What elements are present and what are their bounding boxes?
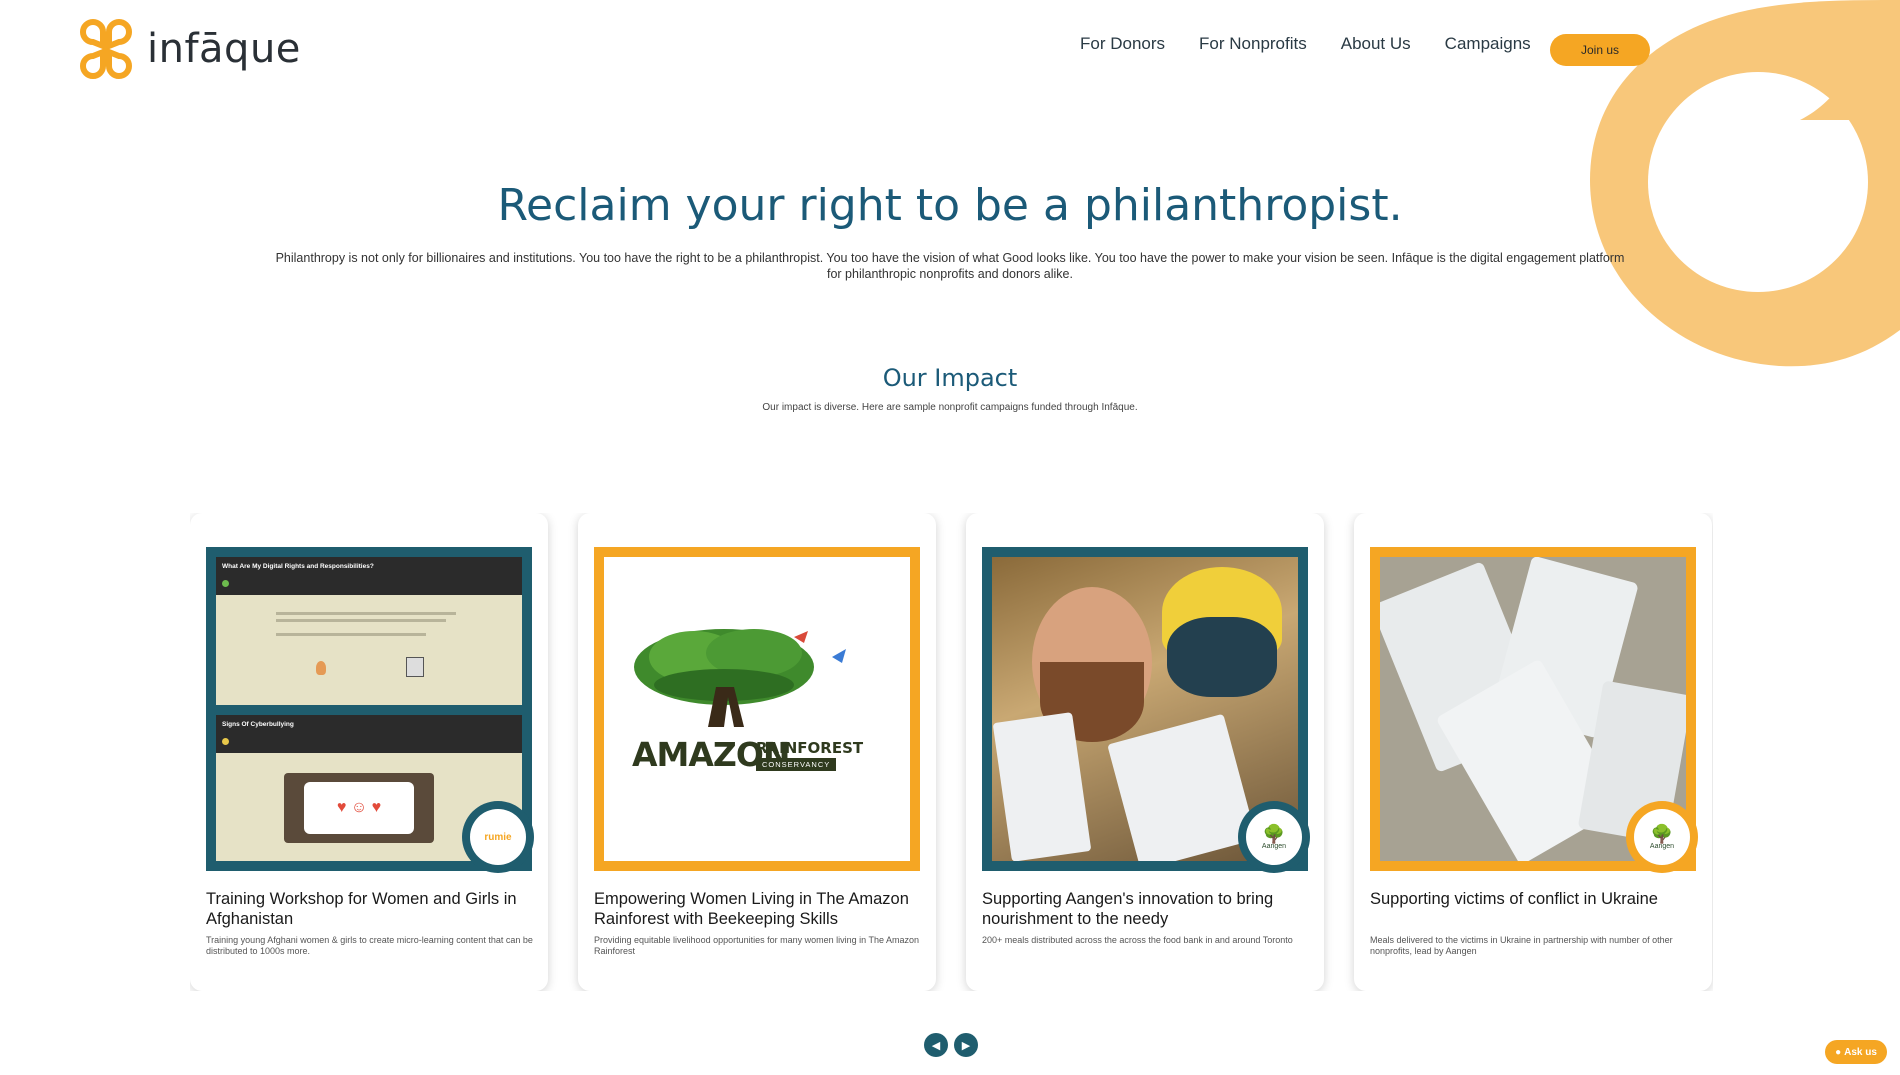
impact-subtitle: Our impact is diverse. Here are sample n… (762, 402, 1138, 413)
tree-icon: 🌳 (1650, 823, 1674, 844)
campaign-card-afghanistan[interactable]: What Are My Digital Rights and Responsib… (190, 513, 548, 991)
campaign-image: AMAZON RAINFOREST CONSERVANCY (604, 557, 910, 861)
carousel-controls: ◀ ▶ (924, 1033, 984, 1057)
screen-title-1: What Are My Digital Rights and Responsib… (222, 563, 374, 570)
campaign-description: Meals delivered to the victims in Ukrain… (1370, 935, 1673, 956)
campaign-image-frame: 🌳 Aangen (982, 547, 1310, 873)
rumie-logo-badge: rumie (462, 801, 534, 873)
nav-for-donors[interactable]: For Donors (1080, 34, 1165, 54)
campaign-description: Training young Afghani women & girls to … (206, 935, 533, 956)
nav-campaigns[interactable]: Campaigns (1445, 34, 1531, 54)
nav-for-nonprofits[interactable]: For Nonprofits (1199, 34, 1307, 54)
screen-title-2: Signs Of Cyberbullying (222, 721, 294, 728)
campaign-card-amazon[interactable]: AMAZON RAINFOREST CONSERVANCY Empowering… (578, 513, 936, 991)
campaign-card-aangen[interactable]: 🌳 Aangen Supporting Aangen's innovation … (966, 513, 1324, 991)
brand-logo[interactable]: infāque (75, 18, 301, 80)
aangen-logo-badge: 🌳 Aangen (1238, 801, 1310, 873)
join-us-button[interactable]: Join us (1550, 34, 1650, 66)
campaign-title: Empowering Women Living in The Amazon Ra… (594, 890, 909, 928)
main-nav: For Donors For Nonprofits About Us Campa… (1080, 34, 1565, 54)
ask-us-label: Ask us (1844, 1046, 1877, 1058)
impact-title: Our Impact (882, 364, 1018, 392)
tree-icon: 🌳 (1262, 823, 1286, 844)
nav-about-us[interactable]: About Us (1341, 34, 1411, 54)
campaign-title: Supporting victims of conflict in Ukrain… (1370, 890, 1658, 908)
campaign-title: Training Workshop for Women and Girls in… (206, 890, 517, 928)
infaque-logo-icon (80, 19, 132, 79)
rumie-logo-text: rumie (484, 831, 512, 843)
brand-name: infāque (147, 26, 301, 72)
campaign-title: Supporting Aangen's innovation to bring … (982, 890, 1274, 928)
campaign-image-frame: 🌳 Aangen (1370, 547, 1698, 873)
campaign-image-frame: What Are My Digital Rights and Responsib… (206, 547, 534, 873)
prev-arrow-icon[interactable]: ◀ (924, 1033, 948, 1057)
hero-text: Philanthropy is not only for billionaire… (275, 251, 1625, 281)
campaign-image-frame: AMAZON RAINFOREST CONSERVANCY (594, 547, 920, 871)
aangen-logo-text: Aangen (1649, 842, 1675, 850)
rainforest-logo-word: RAINFOREST (756, 739, 864, 757)
aangen-logo-badge: 🌳 Aangen (1626, 801, 1698, 873)
ask-us-chat-button[interactable]: ● Ask us (1825, 1040, 1887, 1064)
chat-bubble-icon: ● (1835, 1046, 1842, 1058)
campaign-card-ukraine[interactable]: 🌳 Aangen Supporting victims of conflict … (1354, 513, 1712, 991)
aangen-logo-text: Aangen (1261, 842, 1287, 850)
campaign-carousel: What Are My Digital Rights and Responsib… (190, 513, 1713, 991)
hero-title: Reclaim your right to be a philanthropis… (497, 180, 1403, 231)
screen-panel-1: What Are My Digital Rights and Responsib… (216, 557, 522, 705)
next-arrow-icon[interactable]: ▶ (954, 1033, 978, 1057)
amazon-tree-logo (634, 629, 846, 727)
campaign-description: 200+ meals distributed across the across… (982, 935, 1293, 945)
conservancy-logo-word: CONSERVANCY (756, 758, 837, 771)
campaign-description: Providing equitable livelihood opportuni… (594, 935, 920, 956)
